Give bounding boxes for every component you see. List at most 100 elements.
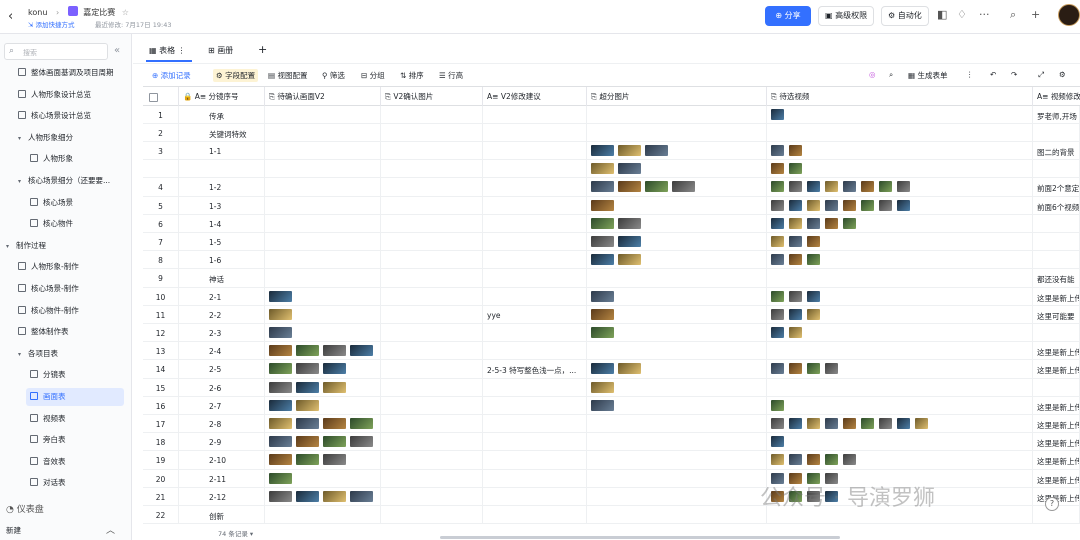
image-thumbnail[interactable] (771, 436, 784, 448)
candidate-video-cell[interactable] (767, 378, 1033, 396)
image-thumbnail[interactable] (323, 490, 346, 502)
image-thumbnail[interactable] (789, 163, 802, 175)
image-thumbnail[interactable] (771, 163, 784, 175)
select-all-checkbox[interactable] (149, 93, 158, 102)
image-thumbnail[interactable] (323, 345, 346, 357)
shot-id-cell[interactable]: 2-7 (179, 396, 265, 414)
image-thumbnail[interactable] (771, 109, 784, 120)
search-icon[interactable]: ⌕ (1010, 8, 1016, 22)
video-revision-cell[interactable] (1033, 251, 1080, 269)
shot-id-cell[interactable] (179, 160, 265, 178)
column-header[interactable]: ⎘ V2确认图片 (381, 87, 483, 106)
confirmed-image-cell[interactable] (381, 451, 483, 469)
add-record-button[interactable]: ⊕ 添加记录 (152, 70, 191, 81)
pending-image-cell[interactable] (265, 378, 381, 396)
confirmed-image-cell[interactable] (381, 342, 483, 360)
revision-note-cell[interactable] (483, 269, 587, 287)
search-input[interactable]: ⌕ 搜索 (4, 43, 108, 60)
revision-note-cell[interactable] (483, 469, 587, 487)
pending-image-cell[interactable] (265, 360, 381, 378)
tab-gallery[interactable]: ⊞ 画册 (208, 45, 233, 56)
plus-icon[interactable]: + (1031, 8, 1040, 21)
confirmed-image-cell[interactable] (381, 396, 483, 414)
upscaled-image-cell[interactable] (587, 360, 767, 378)
sidebar-item[interactable]: 旁白表 (0, 431, 131, 449)
table-row[interactable]: 9 神话 都还没有能 (143, 269, 1080, 288)
sidebar-item[interactable]: 整体画面基调及项目周期 (0, 64, 131, 82)
revision-note-cell[interactable] (483, 142, 587, 160)
sort-button[interactable]: ⇅ 排序 (400, 70, 424, 81)
confirmed-image-cell[interactable] (381, 160, 483, 178)
upscaled-image-cell[interactable] (587, 378, 767, 396)
image-thumbnail[interactable] (771, 254, 784, 266)
upscaled-image-cell[interactable] (587, 415, 767, 433)
revision-note-cell[interactable] (483, 324, 587, 342)
pending-image-cell[interactable] (265, 142, 381, 160)
revision-note-cell[interactable] (483, 178, 587, 196)
video-revision-cell[interactable]: 这里是新上传 (1033, 433, 1080, 451)
pending-image-cell[interactable] (265, 506, 381, 524)
column-header[interactable]: 🔒 A≡ 分镜序号 (179, 87, 265, 106)
candidate-video-cell[interactable] (767, 251, 1033, 269)
table-row[interactable]: 17 2-8 这里是新上传 (143, 415, 1080, 434)
image-thumbnail[interactable] (618, 145, 641, 157)
upscaled-image-cell[interactable] (587, 160, 767, 178)
image-thumbnail[interactable] (771, 327, 784, 338)
undo-icon[interactable]: ↶ (990, 70, 996, 79)
image-thumbnail[interactable] (789, 327, 802, 338)
confirmed-image-cell[interactable] (381, 360, 483, 378)
image-thumbnail[interactable] (789, 217, 802, 229)
image-thumbnail[interactable] (645, 145, 668, 157)
table-row[interactable]: 3 1-1 图二的背景 (143, 142, 1080, 161)
candidate-video-cell[interactable] (767, 196, 1033, 214)
video-revision-cell[interactable]: 罗老师,开场 (1033, 106, 1080, 124)
video-revision-cell[interactable]: 这里是新上传 (1033, 396, 1080, 414)
image-thumbnail[interactable] (771, 217, 784, 229)
record-count[interactable]: 74 条记录 ▾ (218, 528, 253, 538)
video-revision-cell[interactable]: 这里是新上传 (1033, 360, 1080, 378)
image-thumbnail[interactable] (825, 217, 838, 229)
image-thumbnail[interactable] (861, 181, 874, 193)
image-thumbnail[interactable] (771, 145, 784, 157)
image-thumbnail[interactable] (591, 399, 614, 411)
candidate-video-cell[interactable] (767, 415, 1033, 433)
upscaled-image-cell[interactable] (587, 305, 767, 323)
candidate-video-cell[interactable] (767, 305, 1033, 323)
column-header[interactable]: ⎘ 超分图片 (587, 87, 767, 106)
candidate-video-cell[interactable] (767, 451, 1033, 469)
confirmed-image-cell[interactable] (381, 196, 483, 214)
shot-id-cell[interactable]: 神话 (179, 269, 265, 287)
shot-id-cell[interactable]: 1-1 (179, 142, 265, 160)
image-thumbnail[interactable] (269, 345, 292, 357)
revision-note-cell[interactable] (483, 451, 587, 469)
view-config-button[interactable]: ▤ 视图配置 (268, 70, 307, 81)
image-thumbnail[interactable] (591, 163, 614, 175)
pending-image-cell[interactable] (265, 342, 381, 360)
video-revision-cell[interactable]: 这里可能要 (1033, 305, 1080, 323)
video-revision-cell[interactable]: 前面2个意定 (1033, 178, 1080, 196)
pending-image-cell[interactable] (265, 214, 381, 232)
shot-id-cell[interactable]: 2-4 (179, 342, 265, 360)
image-thumbnail[interactable] (825, 181, 838, 193)
video-revision-cell[interactable]: 这里是新上传 (1033, 415, 1080, 433)
share-button[interactable]: ⊕ 分享 (765, 6, 811, 26)
sidebar-item[interactable]: 对话表 (0, 474, 131, 492)
table-row[interactable]: 10 2-1 这里是新上传 (143, 287, 1080, 306)
shot-id-cell[interactable]: 关键词特效 (179, 124, 265, 142)
image-thumbnail[interactable] (618, 217, 641, 229)
shot-id-cell[interactable]: 创新 (179, 506, 265, 524)
image-thumbnail[interactable] (843, 217, 856, 229)
revision-note-cell[interactable] (483, 251, 587, 269)
image-thumbnail[interactable] (645, 181, 668, 193)
row-height-button[interactable]: ☰ 行高 (439, 70, 463, 81)
sidebar-item[interactable]: 整体制作表 (0, 323, 131, 341)
revision-note-cell[interactable] (483, 378, 587, 396)
image-thumbnail[interactable] (771, 308, 784, 320)
avatar[interactable] (1058, 4, 1080, 26)
chevron-down-icon[interactable]: ▾ (6, 238, 16, 255)
video-revision-cell[interactable]: 这里是新上传 (1033, 342, 1080, 360)
upscaled-image-cell[interactable] (587, 487, 767, 505)
advanced-permission-button[interactable]: ▣ 高级权限 (818, 6, 875, 26)
image-thumbnail[interactable] (789, 199, 802, 211)
revision-note-cell[interactable] (483, 196, 587, 214)
